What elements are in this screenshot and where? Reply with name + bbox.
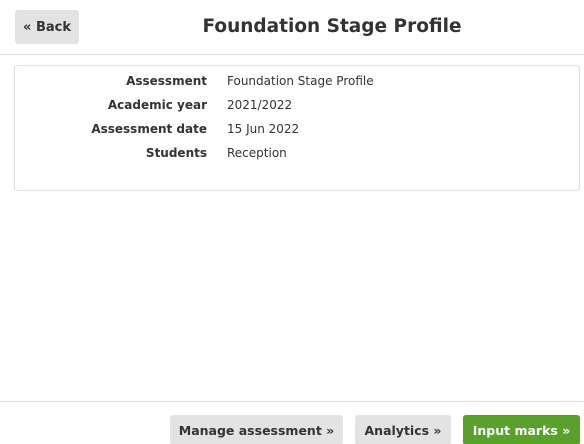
analytics-button[interactable]: Analytics »	[355, 415, 451, 444]
input-marks-button[interactable]: Input marks »	[463, 415, 580, 444]
detail-label: Assessment	[126, 74, 207, 88]
detail-row-students: Students Reception	[15, 141, 581, 165]
detail-row-academic-year: Academic year 2021/2022	[15, 93, 581, 117]
detail-label: Assessment date	[91, 122, 207, 136]
detail-value: Foundation Stage Profile	[227, 74, 374, 88]
detail-value: 15 Jun 2022	[227, 122, 300, 136]
assessment-page: « Back Foundation Stage Profile Assessme…	[0, 0, 584, 444]
back-button[interactable]: « Back	[15, 10, 79, 44]
assessment-details-panel: Assessment Foundation Stage Profile Acad…	[14, 65, 580, 191]
detail-label: Academic year	[107, 98, 207, 112]
detail-row-assessment: Assessment Foundation Stage Profile	[15, 69, 581, 93]
detail-row-assessment-date: Assessment date 15 Jun 2022	[15, 117, 581, 141]
page-title: Foundation Stage Profile	[202, 16, 462, 37]
page-header: « Back Foundation Stage Profile	[0, 0, 584, 55]
action-footer: Manage assessment » Analytics » Input ma…	[0, 401, 584, 444]
detail-label: Students	[145, 146, 207, 160]
detail-value: Reception	[227, 146, 287, 160]
manage-assessment-button[interactable]: Manage assessment »	[170, 415, 343, 444]
detail-value: 2021/2022	[227, 98, 293, 112]
